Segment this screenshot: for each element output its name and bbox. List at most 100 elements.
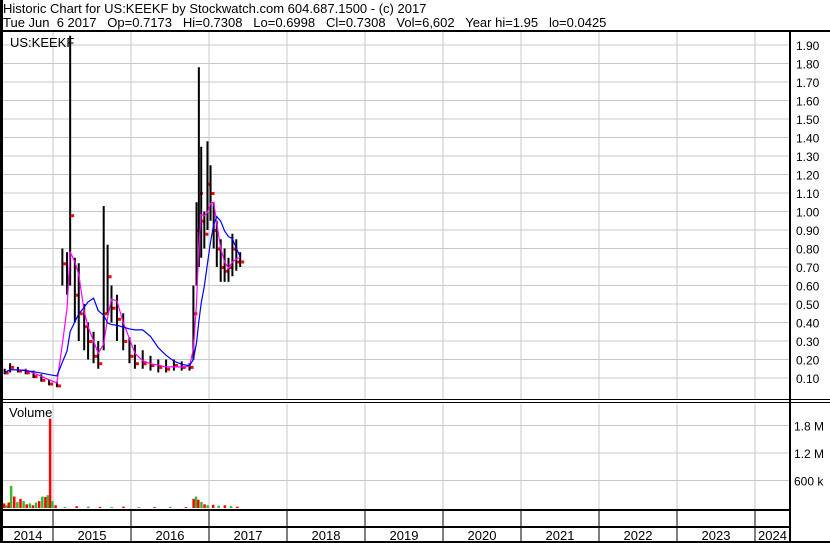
volume-bar — [203, 504, 206, 508]
close-marker — [124, 340, 128, 343]
panel-divider — [3, 399, 830, 400]
close-marker — [117, 317, 121, 321]
price-tick-label: 1.80 — [796, 58, 820, 72]
close-marker — [112, 306, 116, 310]
volume-bottom-border — [3, 509, 790, 511]
close-marker — [130, 354, 134, 358]
chart-frame — [0, 0, 830, 543]
close-marker — [63, 262, 67, 266]
volume-bar — [51, 501, 54, 508]
stock-chart-window: Historic Chart for US:KEEKF by Stockwatc… — [0, 0, 830, 543]
year-label: 2023 — [702, 528, 731, 543]
grid-lines — [3, 32, 790, 543]
volume-bar — [19, 498, 22, 508]
volume-bar — [16, 502, 19, 508]
volume-bar — [63, 507, 67, 508]
year-label: 2021 — [546, 528, 575, 543]
close-marker — [57, 384, 61, 388]
price-tick-label: 0.80 — [796, 243, 820, 257]
volume-bar — [197, 499, 200, 508]
volume-bar — [31, 505, 35, 508]
close-marker — [42, 378, 46, 382]
year-label: 2015 — [78, 528, 107, 543]
volume-bar — [223, 505, 227, 508]
left-border — [0, 0, 3, 543]
close-marker — [50, 382, 54, 386]
volume-bar — [192, 498, 195, 508]
volume-bar — [200, 502, 203, 508]
close-marker — [241, 260, 245, 264]
volume-bar — [194, 496, 198, 508]
volume-bar — [2, 503, 6, 508]
year-label: 2014 — [14, 528, 43, 543]
year-label: 2016 — [156, 528, 185, 543]
price-tick-label: 1.60 — [796, 95, 820, 109]
price-tick-label: 1.00 — [796, 206, 820, 220]
year-label: 2022 — [624, 528, 653, 543]
volume-bar — [34, 502, 38, 508]
volume-bar — [211, 504, 215, 508]
price-tick-label: 1.90 — [796, 39, 820, 53]
close-marker — [94, 354, 98, 358]
volume-bar — [75, 506, 78, 508]
price-panel-label: US:KEEKF — [10, 35, 74, 50]
price-tick-label: 0.50 — [796, 298, 820, 312]
year-label: 2017 — [234, 528, 263, 543]
axis-labels: 1.90 1.80 1.70 1.60 1.50 1.40 1.30 1.20 1.10 1.00… — [14, 39, 825, 543]
volume-bar — [44, 497, 47, 508]
price-tick-label: 0.20 — [796, 354, 820, 368]
volume-bar — [236, 506, 239, 508]
price-tick-label: 0.70 — [796, 261, 820, 275]
volume-bar — [13, 496, 16, 508]
year-label: 2018 — [312, 528, 341, 543]
volume-bar — [5, 505, 8, 508]
volume-bar — [48, 418, 52, 508]
close-marker — [108, 275, 112, 279]
volume-bars — [0, 418, 239, 508]
price-tick-label: 0.30 — [796, 335, 820, 349]
volume-bar — [169, 506, 172, 508]
volume-bar — [98, 506, 102, 508]
price-tick-label: 1.10 — [796, 187, 820, 201]
volume-bar — [41, 496, 44, 508]
close-marker — [190, 365, 194, 369]
volume-bar — [22, 501, 25, 508]
close-marker — [205, 232, 209, 236]
volume-panel-label: Volume — [9, 405, 52, 420]
volume-bar — [46, 495, 50, 508]
close-marker — [89, 340, 93, 343]
volume-bar — [54, 505, 57, 508]
price-tick-label: 1.20 — [796, 169, 820, 183]
close-marker — [99, 362, 103, 366]
volume-bar — [25, 504, 28, 508]
axis-border — [789, 32, 791, 543]
volume-bar — [37, 501, 41, 508]
volume-bar — [153, 507, 156, 508]
price-tick-label: 0.60 — [796, 280, 820, 294]
volume-tick-label: 1.2 M — [794, 447, 824, 461]
volume-bar — [184, 507, 188, 508]
price-tick-label: 1.30 — [796, 150, 820, 164]
year-label: 2020 — [468, 528, 497, 543]
close-marker — [34, 375, 38, 379]
price-tick-label: 1.50 — [796, 113, 820, 127]
close-marker — [211, 192, 215, 195]
panel-divider — [3, 402, 830, 403]
volume-bar — [137, 507, 141, 508]
price-tick-label: 1.40 — [796, 132, 820, 146]
close-marker — [135, 362, 139, 366]
price-tick-label: 0.10 — [796, 372, 820, 386]
year-label: 2019 — [390, 528, 419, 543]
volume-tick-label: 1.8 M — [794, 420, 824, 434]
volume-bar — [217, 505, 220, 508]
price-tick-label: 1.70 — [796, 76, 820, 90]
close-marker — [11, 365, 15, 369]
volume-bar — [87, 506, 90, 508]
volume-bar — [28, 503, 32, 508]
header-divider — [0, 30, 830, 32]
volume-bar — [9, 486, 13, 508]
close-marker — [71, 214, 75, 218]
volume-bar — [7, 502, 11, 508]
volume-bar — [110, 507, 113, 508]
volume-bar — [122, 506, 125, 508]
